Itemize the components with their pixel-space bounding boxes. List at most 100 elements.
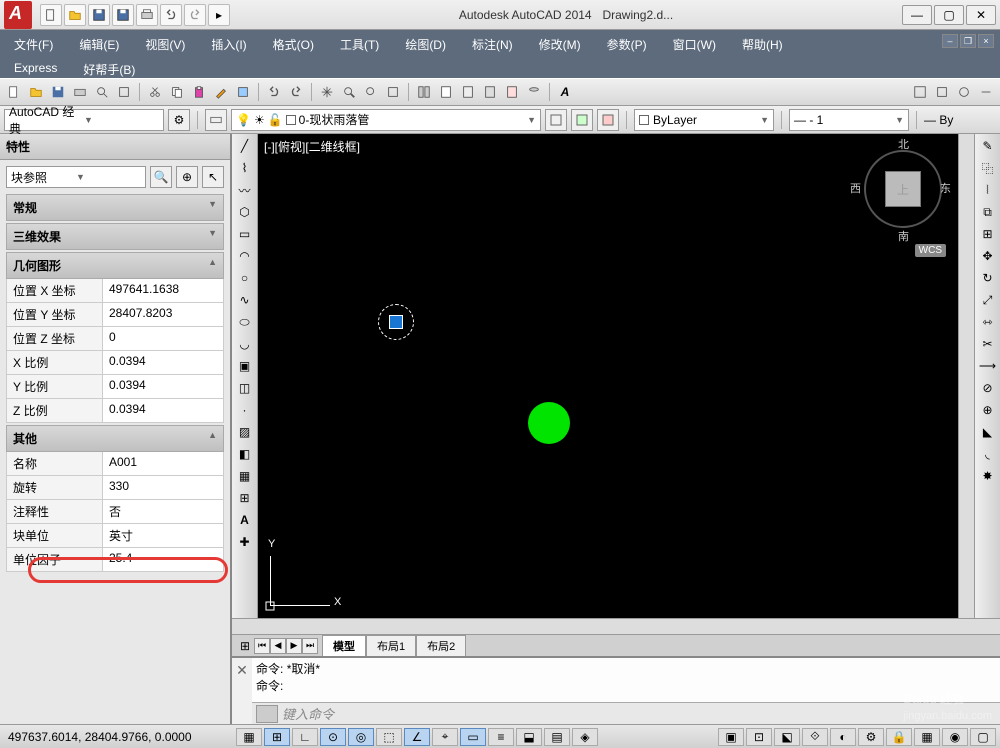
layer-btn3-icon[interactable] (597, 109, 619, 131)
array-icon[interactable]: ⊞ (978, 224, 998, 244)
cmd-close-icon[interactable]: ✕ (232, 658, 252, 724)
offset-icon[interactable]: ⧉ (978, 202, 998, 222)
tpy-toggle[interactable]: ⬓ (516, 728, 542, 746)
calc-icon[interactable] (480, 82, 500, 102)
property-value[interactable]: 英寸 (103, 524, 223, 547)
props-icon[interactable] (414, 82, 434, 102)
polygon-icon[interactable]: ⬡ (234, 202, 256, 222)
stretch-icon[interactable]: ⇿ (978, 312, 998, 332)
arc-icon[interactable]: ◠ (234, 246, 256, 266)
viewcube[interactable]: 上 北 南 西 东 (858, 140, 948, 240)
qat-open-icon[interactable] (64, 4, 86, 26)
close-button[interactable]: ✕ (966, 5, 996, 25)
cut-icon[interactable] (145, 82, 165, 102)
tb-end3-icon[interactable] (954, 82, 974, 102)
polar-toggle[interactable]: ⊙ (320, 728, 346, 746)
markup-icon[interactable] (502, 82, 522, 102)
property-value[interactable]: 0.0394 (103, 375, 223, 398)
sheetset-icon[interactable] (436, 82, 456, 102)
property-value[interactable]: 否 (103, 500, 223, 523)
zoom-icon[interactable] (339, 82, 359, 102)
lwt-toggle[interactable]: ≡ (488, 728, 514, 746)
vertical-scrollbar[interactable] (958, 134, 974, 618)
mirror-icon[interactable]: ⦚ (978, 180, 998, 200)
osnap-toggle[interactable]: ◎ (348, 728, 374, 746)
sb-extra2[interactable]: ⬕ (774, 728, 800, 746)
trim-icon[interactable]: ✂ (978, 334, 998, 354)
menu-item[interactable]: 绘图(D) (401, 34, 450, 55)
sc-toggle[interactable]: ◈ (572, 728, 598, 746)
gradient-icon[interactable]: ◧ (234, 444, 256, 464)
move-icon[interactable]: ✥ (978, 246, 998, 266)
3dosnap-toggle[interactable]: ⬚ (376, 728, 402, 746)
menu-item[interactable]: 修改(M) (535, 34, 585, 55)
circle-icon[interactable]: ○ (234, 268, 256, 288)
maximize-button[interactable]: ▢ (934, 5, 964, 25)
hardware-accel[interactable]: ▦ (914, 728, 940, 746)
qp-toggle[interactable]: ▤ (544, 728, 570, 746)
property-value[interactable]: A001 (103, 452, 223, 475)
tab-layout2[interactable]: 布局2 (416, 635, 466, 657)
rotate-icon[interactable]: ↻ (978, 268, 998, 288)
dbconnect-icon[interactable] (524, 82, 544, 102)
viewcube-face[interactable]: 上 (885, 171, 921, 207)
ortho-toggle[interactable]: ∟ (292, 728, 318, 746)
spline-icon[interactable]: ∿ (234, 290, 256, 310)
category-geometry[interactable]: 几何图形▲ (6, 252, 224, 279)
mtext-icon[interactable]: A (234, 510, 256, 530)
app-logo[interactable] (4, 1, 32, 29)
zoomprev-icon[interactable] (361, 82, 381, 102)
tb-end1-icon[interactable] (910, 82, 930, 102)
tab-model[interactable]: 模型 (322, 635, 366, 657)
table-icon[interactable]: ⊞ (234, 488, 256, 508)
copy2-icon[interactable]: ⿻ (978, 158, 998, 178)
menu-item[interactable]: 参数(P) (603, 34, 651, 55)
layer-btn2-icon[interactable] (571, 109, 593, 131)
qat-redo-icon[interactable] (184, 4, 206, 26)
property-value[interactable]: 497641.1638 (103, 279, 223, 302)
property-value[interactable]: 25.4 (103, 548, 223, 571)
linetype-dropdown[interactable]: — - 1 ▼ (789, 109, 909, 131)
qat-save-icon[interactable] (88, 4, 110, 26)
qat-more-icon[interactable]: ▸ (208, 4, 230, 26)
qat-undo-icon[interactable] (160, 4, 182, 26)
makeblock-icon[interactable]: ◫ (234, 378, 256, 398)
property-value[interactable]: 0.0394 (103, 399, 223, 422)
sb-extra1[interactable]: ⊡ (746, 728, 772, 746)
preview-icon[interactable] (92, 82, 112, 102)
tabs-menu-icon[interactable]: ⊞ (236, 638, 254, 654)
hatch-icon[interactable]: ▨ (234, 422, 256, 442)
circle-entity[interactable] (528, 402, 570, 444)
mdi-minimize[interactable]: – (942, 34, 958, 48)
modelspace-button[interactable]: ▣ (718, 728, 744, 746)
workspace-switch[interactable]: ⚙ (858, 728, 884, 746)
pickadd-icon[interactable]: ⊕ (176, 166, 198, 188)
sb-extra3[interactable]: ◐ (830, 728, 856, 746)
horizontal-scrollbar[interactable] (232, 618, 1000, 634)
menu-item[interactable]: 工具(T) (336, 34, 383, 55)
otrack-toggle[interactable]: ∠ (404, 728, 430, 746)
tab-next-icon[interactable]: ▶ (286, 638, 302, 654)
snap-toggle[interactable]: ▦ (236, 728, 262, 746)
point-icon[interactable]: · (234, 400, 256, 420)
workspace-settings-icon[interactable]: ⚙ (168, 109, 190, 131)
pan-icon[interactable] (317, 82, 337, 102)
menu-item[interactable]: 格式(O) (269, 34, 318, 55)
rectangle-icon[interactable]: ▭ (234, 224, 256, 244)
publish-icon[interactable] (114, 82, 134, 102)
object-type-dropdown[interactable]: 块参照 ▼ (6, 166, 146, 188)
menu-item[interactable]: 窗口(W) (669, 34, 720, 55)
property-value[interactable]: 0 (103, 327, 223, 350)
menu-item[interactable]: Express (10, 59, 61, 80)
region-icon[interactable]: ▦ (234, 466, 256, 486)
ellipsearc-icon[interactable]: ◡ (234, 334, 256, 354)
menu-item[interactable]: 好帮手(B) (79, 59, 139, 80)
mdi-close[interactable]: × (978, 34, 994, 48)
paste-icon[interactable] (189, 82, 209, 102)
qat-plot-icon[interactable] (136, 4, 158, 26)
tab-prev-icon[interactable]: ◀ (270, 638, 286, 654)
addsel-icon[interactable]: ✚ (234, 532, 256, 552)
property-value[interactable]: 28407.8203 (103, 303, 223, 326)
command-input[interactable]: 键入命令 (282, 704, 1000, 723)
mdi-restore[interactable]: ❐ (960, 34, 976, 48)
